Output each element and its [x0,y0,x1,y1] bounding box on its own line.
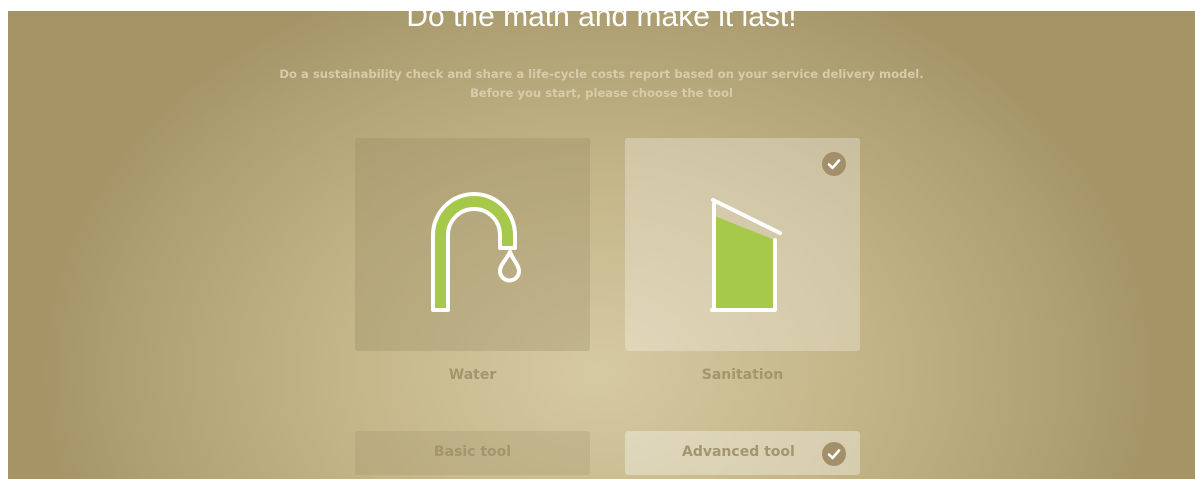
tool-selection-panel: Do the math and make it last! Do a susta… [8,11,1195,479]
selected-check-icon [822,152,846,176]
page-title: Do the math and make it last! [406,11,797,33]
page-subtitle-line-1: Do a sustainability check and share a li… [279,67,924,81]
water-option-card[interactable] [355,138,590,351]
water-tap-icon [431,192,521,312]
sanitation-option-card[interactable] [625,138,860,351]
advanced-tool-label: Advanced tool [682,444,795,460]
water-option-label: Water [448,367,497,383]
advanced-tool-button[interactable]: Advanced tool [625,431,860,475]
page-subtitle-line-2: Before you start, please choose the tool [470,86,733,100]
basic-tool-label: Basic tool [433,444,512,460]
basic-tool-button[interactable]: Basic tool [355,431,590,475]
selected-check-icon [822,442,846,466]
sanitation-option-label: Sanitation [701,367,784,383]
